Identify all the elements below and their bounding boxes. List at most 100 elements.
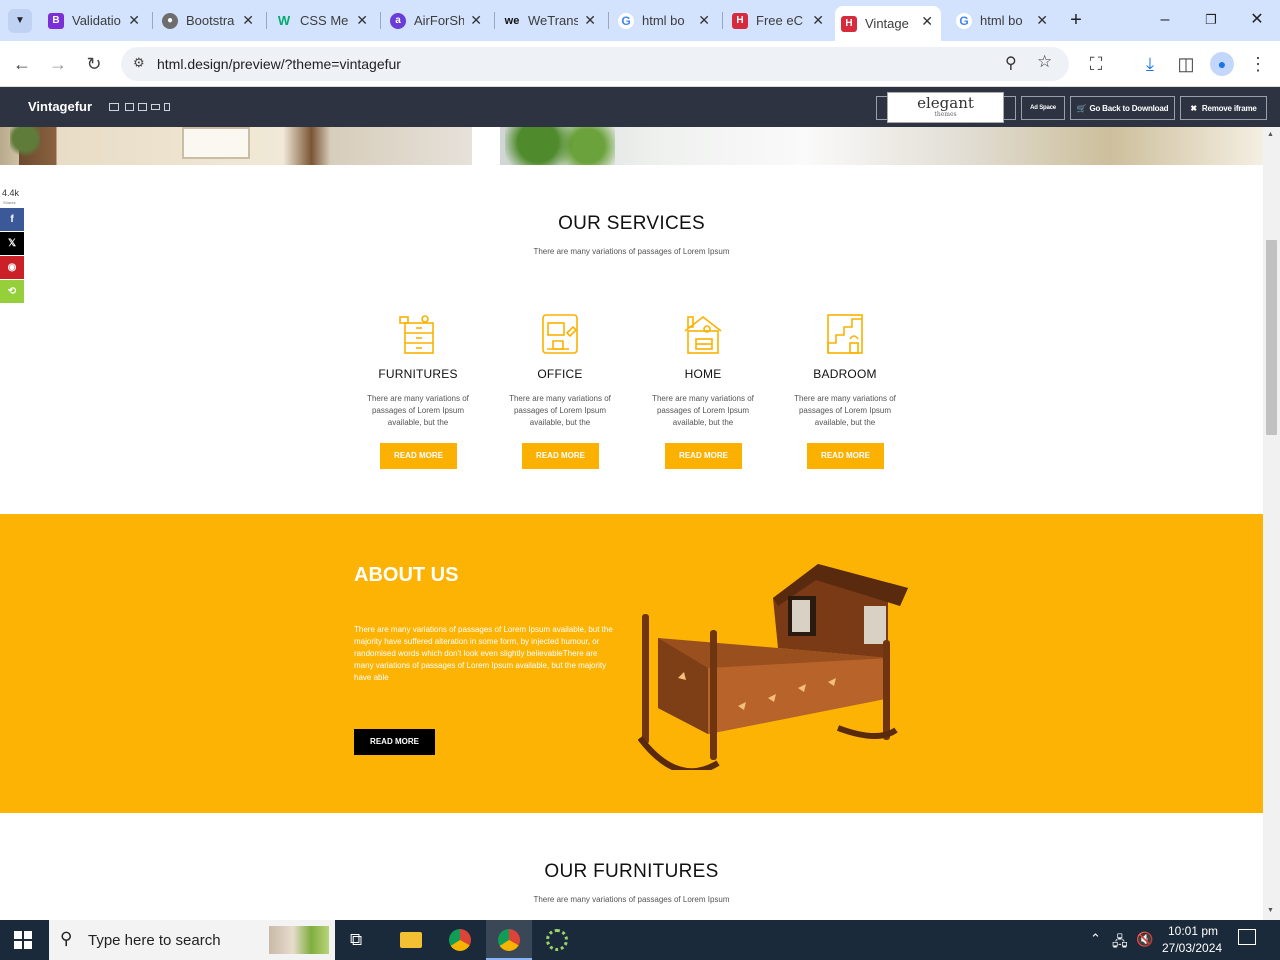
- chrome-icon[interactable]: [449, 929, 471, 951]
- about-title: ABOUT US: [354, 564, 459, 586]
- read-more-button[interactable]: READ MORE: [807, 443, 884, 469]
- tab-separator: [380, 12, 381, 29]
- bootstrap-favicon-icon: B: [48, 12, 64, 29]
- network-icon[interactable]: 🖧: [1112, 931, 1128, 955]
- office-desk-icon: [542, 314, 578, 354]
- close-tab-icon[interactable]: ✕: [1036, 12, 1048, 29]
- volume-muted-icon[interactable]: 🔇: [1136, 931, 1153, 948]
- tab-vintagefur-active[interactable]: H Vintage ✕: [835, 6, 941, 41]
- download-icon[interactable]: ⤓: [1138, 52, 1162, 76]
- tab-css-menu[interactable]: W CSS Me ✕: [270, 8, 376, 33]
- website-preview: 4.4k Shares f 𝕏 ◉ ⟲ OUR SERVICES There a…: [0, 127, 1263, 920]
- tab-html-google-1[interactable]: G html bo ✕: [612, 8, 718, 33]
- staircase-room-icon: [827, 314, 863, 354]
- show-hidden-icons-icon[interactable]: ⌃: [1090, 931, 1101, 947]
- close-tab-icon[interactable]: ✕: [470, 12, 482, 29]
- task-view-icon[interactable]: ⧉: [350, 930, 362, 950]
- tablet-landscape-view-icon[interactable]: [151, 104, 160, 110]
- tab-separator: [722, 12, 723, 29]
- url-text[interactable]: html.design/preview/?theme=vintagefur: [157, 56, 401, 72]
- w3-favicon-icon: W: [276, 12, 292, 29]
- address-bar[interactable]: ⚙ html.design/preview/?theme=vintagefur …: [121, 47, 1069, 81]
- service-name: HOME: [684, 367, 722, 381]
- sharethis-share-icon[interactable]: ⟲: [0, 280, 24, 303]
- about-section: ABOUT US There are many variations of pa…: [0, 514, 1263, 813]
- back-arrow-icon[interactable]: ←: [10, 52, 34, 76]
- side-panel-icon[interactable]: ◫: [1174, 52, 1198, 76]
- read-more-button[interactable]: READ MORE: [522, 443, 599, 469]
- restore-button[interactable]: ❐: [1196, 8, 1226, 32]
- house-icon: [684, 315, 722, 354]
- service-description: There are many variations of passages of…: [509, 394, 611, 427]
- furnitures-title: OUR FURNITURES: [544, 861, 719, 882]
- tab-html-google-2[interactable]: G html bo ✕: [950, 8, 1056, 33]
- new-tab-button[interactable]: +: [1064, 8, 1088, 32]
- profile-avatar-icon[interactable]: ●: [1210, 52, 1234, 76]
- read-more-button[interactable]: READ MORE: [380, 443, 457, 469]
- close-tab-icon[interactable]: ✕: [921, 13, 933, 30]
- scroll-up-arrow-icon[interactable]: ▲: [1267, 131, 1274, 138]
- pinterest-share-icon[interactable]: ◉: [0, 256, 24, 279]
- close-tab-icon[interactable]: ✕: [698, 12, 710, 29]
- hero-plant-decor: [10, 127, 40, 165]
- zoom-icon[interactable]: ⚲: [1005, 53, 1017, 73]
- about-text: There are many variations of passages of…: [354, 625, 613, 682]
- extensions-icon[interactable]: ⛶: [1084, 52, 1108, 76]
- ad-space-button[interactable]: Ad Space: [1021, 96, 1065, 120]
- browser-menu-icon[interactable]: ⋮: [1246, 52, 1270, 76]
- remove-iframe-button[interactable]: ✖ Remove iframe: [1180, 96, 1267, 120]
- clock-date[interactable]: 27/03/2024: [1162, 941, 1222, 955]
- service-name: BADROOM: [813, 367, 877, 381]
- tab-airforshare[interactable]: a AirForSh ✕: [384, 8, 490, 33]
- taskbar-search-box[interactable]: ⚲ Type here to search: [49, 920, 335, 960]
- close-tab-icon[interactable]: ✕: [356, 12, 368, 29]
- tab-wetransfer[interactable]: we WeTrans ✕: [498, 8, 604, 33]
- browser-toolbar: ← → ↻ ⚙ html.design/preview/?theme=vinta…: [0, 41, 1280, 87]
- tab-bootstrap[interactable]: ● Bootstra ✕: [156, 8, 262, 33]
- tab-separator: [608, 12, 609, 29]
- service-card-furnitures: FURNITURES There are many variations of …: [353, 313, 483, 429]
- close-tab-icon[interactable]: ✕: [812, 12, 824, 29]
- close-window-button[interactable]: ✕: [1242, 8, 1272, 32]
- read-more-button[interactable]: READ MORE: [665, 443, 742, 469]
- search-highlight-image: [269, 926, 329, 954]
- about-read-more-button[interactable]: READ MORE: [354, 729, 435, 755]
- mobile-view-icon[interactable]: [164, 103, 170, 111]
- close-icon: ✖: [1190, 103, 1197, 113]
- tab-separator: [152, 12, 153, 29]
- go-back-to-download-button[interactable]: 🛒 Go Back to Download: [1070, 96, 1175, 120]
- windows-taskbar: ⚲ Type here to search ⧉ ⌃ 🖧 🔇 10:01 pm 2…: [0, 920, 1280, 960]
- tab-validation[interactable]: B Validatio ✕: [42, 8, 148, 33]
- clock-time[interactable]: 10:01 pm: [1168, 924, 1218, 938]
- file-explorer-icon[interactable]: [400, 932, 422, 948]
- scroll-down-arrow-icon[interactable]: ▼: [1267, 907, 1274, 914]
- elegant-themes-ad[interactable]: elegant themes: [887, 92, 1004, 123]
- search-icon: ⚲: [60, 929, 73, 948]
- tab-free-ecommerce[interactable]: H Free eC ✕: [726, 8, 832, 33]
- bookmark-star-icon[interactable]: ☆: [1037, 52, 1052, 72]
- close-tab-icon[interactable]: ✕: [128, 12, 140, 29]
- chrome-active-icon[interactable]: [486, 920, 532, 960]
- service-card-home: HOME There are many variations of passag…: [638, 313, 768, 429]
- close-tab-icon[interactable]: ✕: [584, 12, 596, 29]
- reload-icon[interactable]: ↻: [82, 52, 106, 76]
- minimize-button[interactable]: –: [1150, 8, 1180, 32]
- service-card-office: OFFICE There are many variations of pass…: [495, 313, 625, 429]
- tab-separator: [494, 12, 495, 29]
- wetransfer-favicon-icon: we: [504, 12, 520, 29]
- close-tab-icon[interactable]: ✕: [242, 12, 254, 29]
- tab-search-button[interactable]: ▼: [8, 9, 32, 33]
- windows-start-icon[interactable]: [14, 931, 32, 949]
- cart-icon: 🛒: [1076, 103, 1087, 113]
- loading-app-icon[interactable]: [546, 929, 568, 951]
- notifications-icon[interactable]: [1238, 929, 1256, 945]
- forward-arrow-icon[interactable]: →: [46, 52, 70, 76]
- tablet-view-icon[interactable]: [138, 103, 147, 111]
- laptop-view-icon[interactable]: [125, 103, 134, 111]
- html-design-favicon-icon: H: [841, 15, 857, 32]
- scrollbar-thumb[interactable]: [1266, 240, 1277, 435]
- page-scrollbar[interactable]: ▲ ▼: [1263, 127, 1280, 920]
- desktop-view-icon[interactable]: [109, 103, 119, 111]
- site-settings-icon[interactable]: ⚙: [133, 55, 145, 71]
- preview-brand: Vintagefur: [28, 99, 93, 114]
